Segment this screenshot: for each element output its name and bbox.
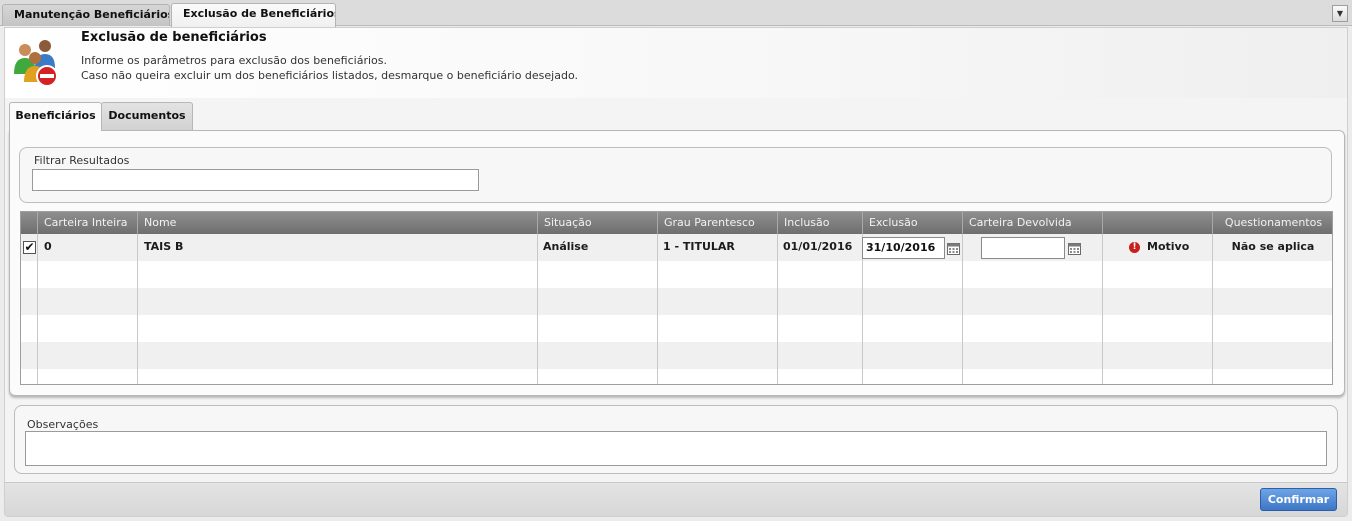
motivo-link[interactable]: Motivo	[1147, 240, 1189, 253]
row-select-checkbox[interactable]: ✔	[23, 241, 36, 254]
warning-icon: !	[1129, 242, 1140, 253]
column-divider	[1102, 234, 1103, 384]
table-row-empty	[21, 342, 1332, 369]
column-header-exclusao[interactable]: Exclusão	[862, 212, 962, 234]
calendar-icon[interactable]	[947, 243, 960, 255]
table-header: Carteira Inteira Nome Situação Grau Pare…	[21, 212, 1332, 234]
column-divider	[1212, 234, 1213, 384]
column-header-carteira[interactable]: Carteira Inteira	[37, 212, 137, 234]
cell-situacao: Análise	[543, 240, 589, 253]
cell-grau-parentesco: 1 - TITULAR	[663, 240, 735, 253]
filter-section: Filtrar Resultados	[19, 147, 1332, 203]
column-divider	[962, 234, 963, 384]
filter-input[interactable]	[32, 169, 479, 191]
observacoes-section: Observações	[14, 405, 1338, 474]
main-panel: Exclusão de beneficiários Informe os par…	[4, 27, 1348, 517]
column-header-carteira-devolvida[interactable]: Carteira Devolvida	[962, 212, 1102, 234]
calendar-icon[interactable]	[1068, 243, 1081, 255]
observacoes-label: Observações	[27, 418, 99, 431]
window-tab-bar: Manutenção Beneficiários Exclusão de Ben…	[0, 0, 1352, 27]
column-header-situacao[interactable]: Situação	[537, 212, 657, 234]
tab-documentos[interactable]: Documentos	[101, 102, 193, 130]
users-remove-icon	[14, 40, 58, 87]
column-header-grau[interactable]: Grau Parentesco	[657, 212, 777, 234]
column-divider	[137, 234, 138, 384]
table-row-empty	[21, 288, 1332, 315]
carteira-devolvida-input[interactable]	[981, 237, 1065, 259]
table-row-empty	[21, 369, 1332, 384]
column-header-motivo	[1102, 212, 1212, 234]
table-row-empty	[21, 261, 1332, 288]
page-title: Exclusão de beneficiários	[81, 30, 267, 45]
table-row-empty	[21, 315, 1332, 342]
column-header-questionamentos[interactable]: Questionamentos	[1212, 212, 1332, 234]
column-divider	[777, 234, 778, 384]
column-header-inclusao[interactable]: Inclusão	[777, 212, 862, 234]
page-description-1: Informe os parâmetros para exclusão dos …	[81, 54, 387, 67]
exclusao-date-input[interactable]: 31/10/2016	[862, 237, 945, 259]
cell-inclusao: 01/01/2016	[783, 240, 853, 253]
column-divider	[657, 234, 658, 384]
beneficiarios-tab-content: Filtrar Resultados Carteira Inteira Nome…	[9, 130, 1345, 396]
cell-nome: TAIS B	[144, 240, 184, 253]
confirm-button[interactable]: Confirmar	[1260, 488, 1337, 511]
observacoes-textarea[interactable]	[25, 431, 1327, 466]
footer-bar: Confirmar	[5, 482, 1347, 516]
cell-carteira: 0	[44, 240, 52, 253]
tab-exclusao-beneficiarios[interactable]: Exclusão de Beneficiários	[171, 3, 336, 27]
chevron-down-icon[interactable]: ▼	[1332, 5, 1348, 22]
cell-questionamentos: Não se aplica	[1231, 240, 1315, 253]
column-divider	[37, 234, 38, 384]
column-divider	[537, 234, 538, 384]
page-header: Exclusão de beneficiários Informe os par…	[5, 28, 1347, 98]
filter-label: Filtrar Resultados	[34, 154, 130, 167]
tab-beneficiarios[interactable]: Beneficiários	[9, 102, 102, 131]
column-header-select	[21, 212, 37, 234]
tab-manutencao-beneficiarios[interactable]: Manutenção Beneficiários	[2, 4, 170, 26]
column-header-nome[interactable]: Nome	[137, 212, 537, 234]
beneficiarios-table: Carteira Inteira Nome Situação Grau Pare…	[20, 211, 1333, 385]
page-description-2: Caso não queira excluir um dos beneficiá…	[81, 69, 578, 82]
